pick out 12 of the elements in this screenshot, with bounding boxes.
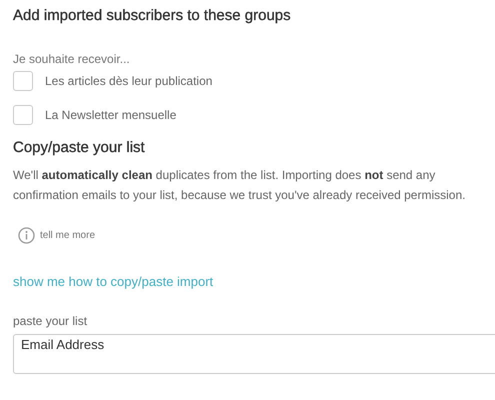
info-icon[interactable] bbox=[18, 227, 35, 244]
section-heading: Copy/paste your list bbox=[13, 139, 146, 157]
tell-me-more-link[interactable]: tell me more bbox=[40, 230, 96, 241]
group-prompt: Je souhaite recevoir... bbox=[13, 52, 131, 66]
checkbox-label[interactable]: Les articles dès leur publication bbox=[45, 74, 212, 88]
checkbox[interactable] bbox=[13, 71, 33, 91]
list-textarea[interactable]: Email Address bbox=[13, 334, 495, 374]
field-label: paste your list bbox=[13, 314, 88, 328]
checkbox-label[interactable]: La Newsletter mensuelle bbox=[45, 108, 176, 122]
description-text: We'll automatically clean duplicates from the list. Importing does not send any confirmation emails to your list, because we trust you've already received permission. bbox=[13, 167, 466, 204]
section-heading: Add imported subscribers to these groups bbox=[13, 6, 292, 25]
checkbox[interactable] bbox=[13, 105, 33, 125]
